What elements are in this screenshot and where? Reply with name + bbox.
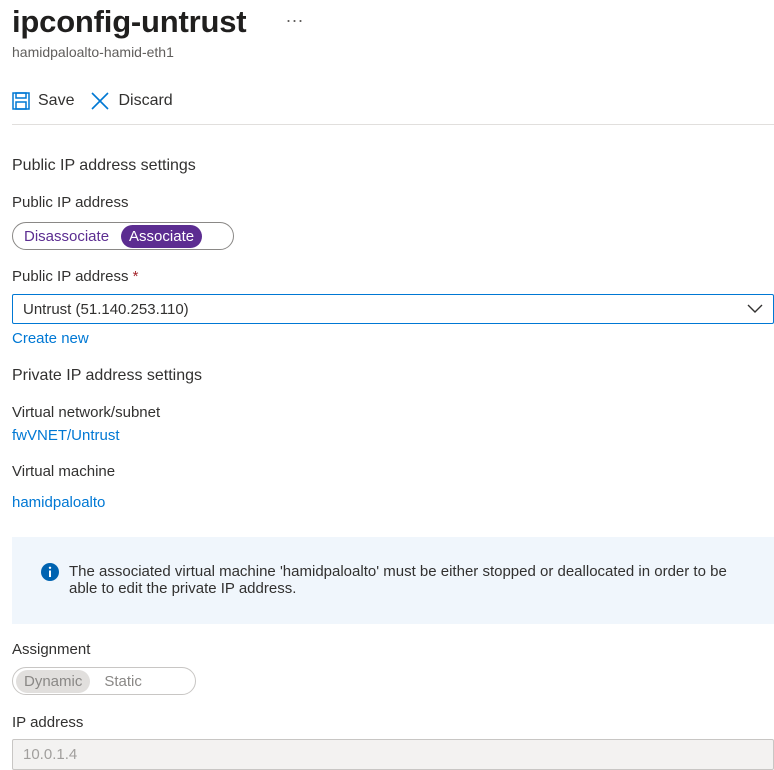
public-ip-dropdown-label-text: Public IP address xyxy=(12,268,129,285)
public-ip-dropdown[interactable]: Untrust (51.140.253.110) xyxy=(12,294,774,324)
public-ip-dropdown-label: Public IP address * xyxy=(12,268,138,285)
ip-address-input[interactable]: 10.0.1.4 xyxy=(12,739,774,770)
ip-address-label: IP address xyxy=(12,714,84,731)
page-title: ipconfig-untrust xyxy=(12,4,247,39)
vm-label: Virtual machine xyxy=(12,463,116,480)
save-icon xyxy=(12,92,30,110)
save-label: Save xyxy=(38,92,75,109)
public-ip-toggle: Disassociate Associate xyxy=(12,222,234,250)
page-subtitle: hamidpaloalto-hamid-eth1 xyxy=(12,44,174,60)
close-icon xyxy=(91,92,110,110)
chevron-down-icon xyxy=(747,304,763,313)
info-text: The associated virtual machine 'hamidpal… xyxy=(69,563,727,597)
vm-link[interactable]: hamidpaloalto xyxy=(12,494,105,511)
associate-option[interactable]: Associate xyxy=(121,224,203,248)
dynamic-option[interactable]: Dynamic xyxy=(16,669,91,693)
create-new-link[interactable]: Create new xyxy=(12,330,89,347)
ip-address-value: 10.0.1.4 xyxy=(23,746,78,763)
disassociate-option[interactable]: Disassociate xyxy=(16,225,117,248)
assignment-toggle: Dynamic Static xyxy=(12,667,196,695)
public-ip-section-title: Public IP address settings xyxy=(12,157,196,174)
info-icon xyxy=(41,563,59,581)
static-option[interactable]: Static xyxy=(96,670,150,693)
toolbar-divider xyxy=(12,124,774,125)
private-ip-section-title: Private IP address settings xyxy=(12,367,203,384)
toolbar: Save Discard xyxy=(12,88,189,114)
public-ip-dropdown-value: Untrust (51.140.253.110) xyxy=(23,300,189,318)
save-button[interactable]: Save xyxy=(12,92,74,110)
discard-button[interactable]: Discard xyxy=(90,91,173,111)
vnet-link[interactable]: fwVNET/Untrust xyxy=(12,427,120,444)
vnet-label: Virtual network/subnet xyxy=(12,404,161,421)
required-marker: * xyxy=(132,268,139,285)
discard-label: Discard xyxy=(118,92,173,109)
assignment-label: Assignment xyxy=(12,641,91,658)
more-options-icon[interactable]: ... xyxy=(286,6,304,27)
public-ip-toggle-label: Public IP address xyxy=(12,194,129,211)
